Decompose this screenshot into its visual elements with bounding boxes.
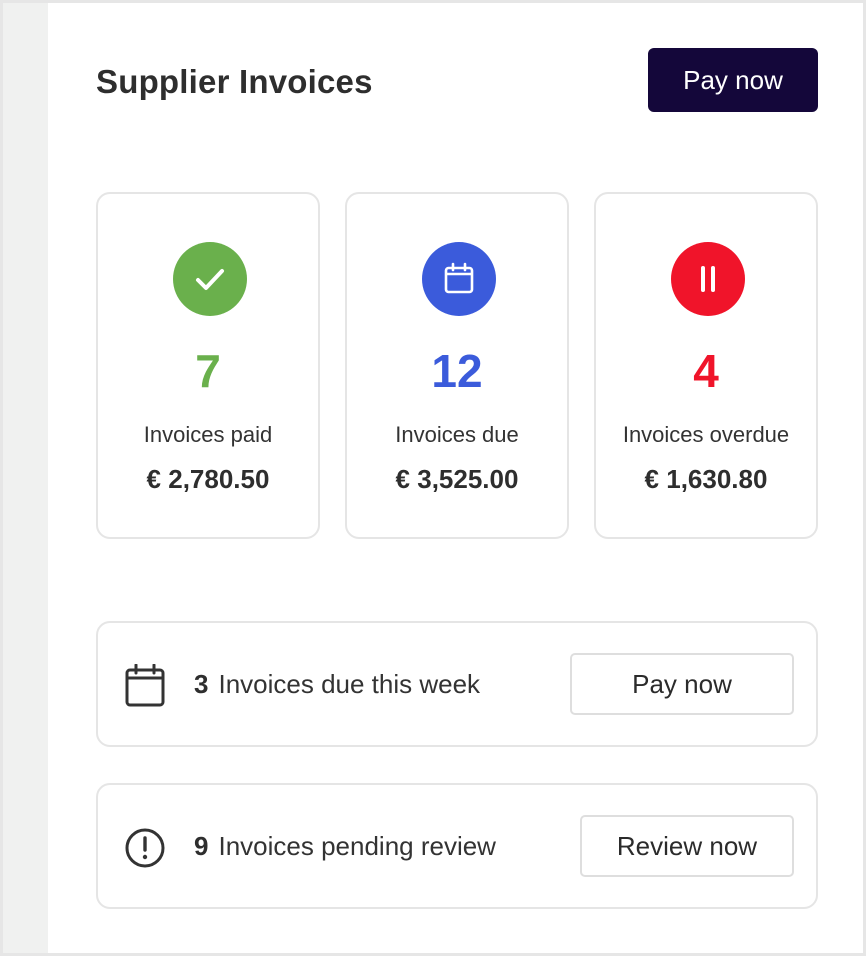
stat-card-paid: 7 Invoices paid € 2,780.50 bbox=[96, 192, 320, 539]
paid-amount: € 2,780.50 bbox=[146, 464, 270, 494]
supplier-invoices-panel: Supplier Invoices Pay now 7 Invoices pai… bbox=[48, 3, 863, 953]
check-icon bbox=[173, 242, 247, 316]
pending-review-text: 9 Invoices pending review bbox=[194, 785, 496, 907]
pay-now-button[interactable]: Pay now bbox=[648, 48, 818, 112]
paid-count: 7 bbox=[195, 345, 221, 397]
due-amount: € 3,525.00 bbox=[395, 464, 519, 494]
due-this-week-text: 3 Invoices due this week bbox=[194, 623, 480, 745]
task-row-due-this-week: 3 Invoices due this week Pay now bbox=[96, 621, 818, 747]
pending-review-label: Invoices pending review bbox=[218, 830, 496, 861]
side-strip bbox=[3, 3, 48, 953]
alert-circle-icon bbox=[124, 826, 166, 870]
due-count: 12 bbox=[431, 345, 483, 397]
pause-icon bbox=[671, 242, 745, 316]
paid-label: Invoices paid bbox=[143, 422, 273, 447]
page-title: Supplier Invoices bbox=[96, 63, 373, 100]
stat-card-overdue: 4 Invoices overdue € 1,630.80 bbox=[594, 192, 818, 539]
calendar-icon bbox=[422, 242, 496, 316]
review-now-button[interactable]: Review now bbox=[580, 815, 794, 877]
overdue-label: Invoices overdue bbox=[622, 422, 790, 447]
overdue-count: 4 bbox=[693, 345, 719, 397]
pay-now-week-button[interactable]: Pay now bbox=[570, 653, 794, 715]
stat-card-due: 12 Invoices due € 3,525.00 bbox=[345, 192, 569, 539]
due-this-week-label: Invoices due this week bbox=[218, 668, 481, 699]
overdue-amount: € 1,630.80 bbox=[644, 464, 768, 494]
task-row-pending-review: 9 Invoices pending review Review now bbox=[96, 783, 818, 909]
pending-review-count: 9 bbox=[194, 830, 209, 861]
due-this-week-count: 3 bbox=[194, 668, 209, 699]
calendar-icon bbox=[124, 663, 166, 708]
due-label: Invoices due bbox=[395, 422, 519, 447]
